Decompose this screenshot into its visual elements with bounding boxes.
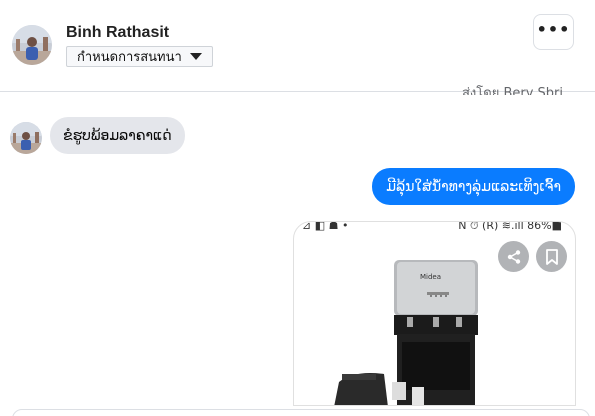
sent-by-notice: ส่งโดย Bery Sbri... (462, 86, 576, 95)
more-dots-icon: ••• (536, 20, 571, 39)
conversation-header: Binh Rathasit กำหนดการสนทนา ••• ส่งโดย B… (0, 0, 595, 95)
chat-settings-label: กำหนดการสนทนา (77, 50, 182, 65)
share-icon (507, 249, 520, 264)
more-options-button[interactable]: ••• (533, 14, 574, 50)
sender-avatar[interactable] (10, 122, 42, 154)
contact-name[interactable]: Binh Rathasit (66, 24, 169, 42)
water-dispenser-image (334, 260, 478, 405)
message-text: ຂໍຮູບພ້ອມລາຄາແດ່ (63, 127, 172, 144)
incoming-message-bubble[interactable]: ຂໍຮູບພ້ອມລາຄາແດ່ (50, 117, 185, 154)
bookmark-icon (545, 248, 558, 265)
outgoing-message-bubble[interactable]: ມີລຸ້ນໃສ່ນ້ຳທາງລຸ່ມແລະເທິງເຈົ້າ (372, 168, 575, 205)
bookmark-button[interactable] (536, 241, 567, 272)
brand-label: Midea (420, 273, 442, 281)
caret-down-icon (189, 53, 202, 60)
shared-photo[interactable]: ⊿ ◧ ☗ • N ⏱ (R) ≋.ıll 86%■ Midea (293, 221, 576, 406)
chat-settings-dropdown[interactable]: กำหนดการสนทนา (66, 46, 213, 67)
share-button[interactable] (498, 241, 529, 272)
message-composer[interactable] (12, 409, 590, 416)
contact-avatar[interactable] (12, 25, 52, 65)
message-text: ມີລຸ້ນໃສ່ນ້ຳທາງລຸ່ມແລະເທິງເຈົ້າ (386, 178, 561, 195)
